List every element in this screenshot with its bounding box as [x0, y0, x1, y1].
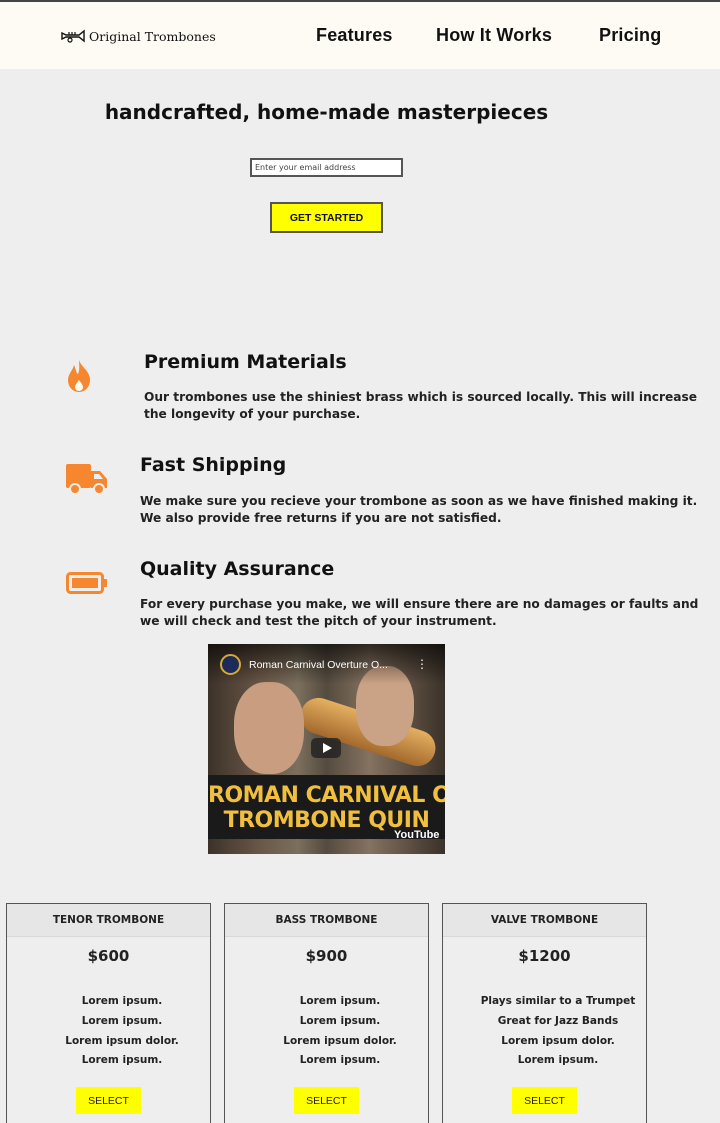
- list-item: Lorem ipsum dolor.: [501, 1034, 615, 1047]
- pricing-card-price: $600: [87, 947, 130, 965]
- pricing-card-price: $1200: [518, 947, 571, 965]
- list-item: Great for Jazz Bands: [497, 1014, 619, 1027]
- nav-link-pricing[interactable]: Pricing: [599, 25, 661, 46]
- select-tenor-button[interactable]: SELECT: [76, 1087, 141, 1114]
- pricing-card-title: TENOR TROMBONE: [7, 904, 210, 937]
- trumpet-logo-icon: [61, 29, 85, 43]
- youtube-logo[interactable]: YouTube: [394, 829, 439, 841]
- nav-link-how-it-works[interactable]: How It Works: [436, 25, 552, 46]
- list-item: Lorem ipsum.: [517, 1054, 599, 1067]
- list-item: Lorem ipsum.: [81, 1014, 163, 1027]
- list-item: Plays similar to a Trumpet: [480, 995, 636, 1007]
- pricing-feature-list: Lorem ipsum. Lorem ipsum. Lorem ipsum do…: [7, 992, 237, 1071]
- get-started-button[interactable]: GET STARTED: [270, 202, 383, 233]
- list-item: Lorem ipsum.: [299, 1014, 381, 1027]
- truck-icon: [66, 464, 107, 495]
- video-overlay-line1: ROMAN CARNIVAL OVER: [208, 783, 445, 808]
- list-item: Lorem ipsum.: [299, 995, 381, 1007]
- feature-title-premium-materials: Premium Materials: [144, 351, 347, 373]
- list-item: Lorem ipsum dolor.: [65, 1034, 179, 1047]
- channel-avatar-icon[interactable]: [220, 654, 241, 675]
- pricing-card-title: VALVE TROMBONE: [443, 904, 646, 937]
- feature-text-premium-materials: Our trombones use the shiniest brass whi…: [144, 390, 698, 421]
- site-header: Original Trombones Features How It Works…: [0, 2, 720, 69]
- battery-icon: [66, 572, 107, 594]
- pricing-feature-list: Lorem ipsum. Lorem ipsum. Lorem ipsum do…: [225, 992, 455, 1071]
- play-button-icon[interactable]: [311, 738, 341, 758]
- hero-heading: handcrafted, home-made masterpieces: [104, 100, 549, 124]
- pricing-feature-list: Plays similar to a Trumpet Great for Jaz…: [443, 992, 673, 1071]
- list-item: Lorem ipsum.: [81, 1054, 163, 1067]
- pricing-card-price: $900: [305, 947, 348, 965]
- player-face: [234, 682, 304, 774]
- pricing-card-title: BASS TROMBONE: [225, 904, 428, 937]
- feature-text-fast-shipping: We make sure you recieve your trombone a…: [140, 494, 698, 525]
- video-player[interactable]: Roman Carnival Overture O... ⋮ ROMAN CAR…: [208, 644, 445, 854]
- list-item: Lorem ipsum dolor.: [283, 1034, 397, 1047]
- select-valve-button[interactable]: SELECT: [512, 1087, 577, 1114]
- logo-text: Original Trombones: [89, 28, 216, 44]
- nav-link-features[interactable]: Features: [316, 25, 393, 46]
- video-title[interactable]: Roman Carnival Overture O...: [249, 659, 388, 671]
- logo[interactable]: Original Trombones: [61, 26, 216, 46]
- pricing-card-valve: VALVE TROMBONE $1200 Plays similar to a …: [442, 903, 647, 1123]
- select-bass-button[interactable]: SELECT: [294, 1087, 359, 1114]
- list-item: Lorem ipsum.: [81, 995, 163, 1007]
- feature-title-quality-assurance: Quality Assurance: [140, 558, 335, 580]
- more-options-icon[interactable]: ⋮: [416, 657, 428, 671]
- email-input[interactable]: [250, 158, 403, 177]
- pricing-card-tenor: TENOR TROMBONE $600 Lorem ipsum. Lorem i…: [6, 903, 211, 1123]
- fire-icon: [68, 360, 90, 392]
- feature-text-quality-assurance: For every purchase you make, we will ens…: [140, 597, 699, 628]
- pricing-card-bass: BASS TROMBONE $900 Lorem ipsum. Lorem ip…: [224, 903, 429, 1123]
- feature-title-fast-shipping: Fast Shipping: [140, 454, 287, 476]
- list-item: Lorem ipsum.: [299, 1054, 381, 1067]
